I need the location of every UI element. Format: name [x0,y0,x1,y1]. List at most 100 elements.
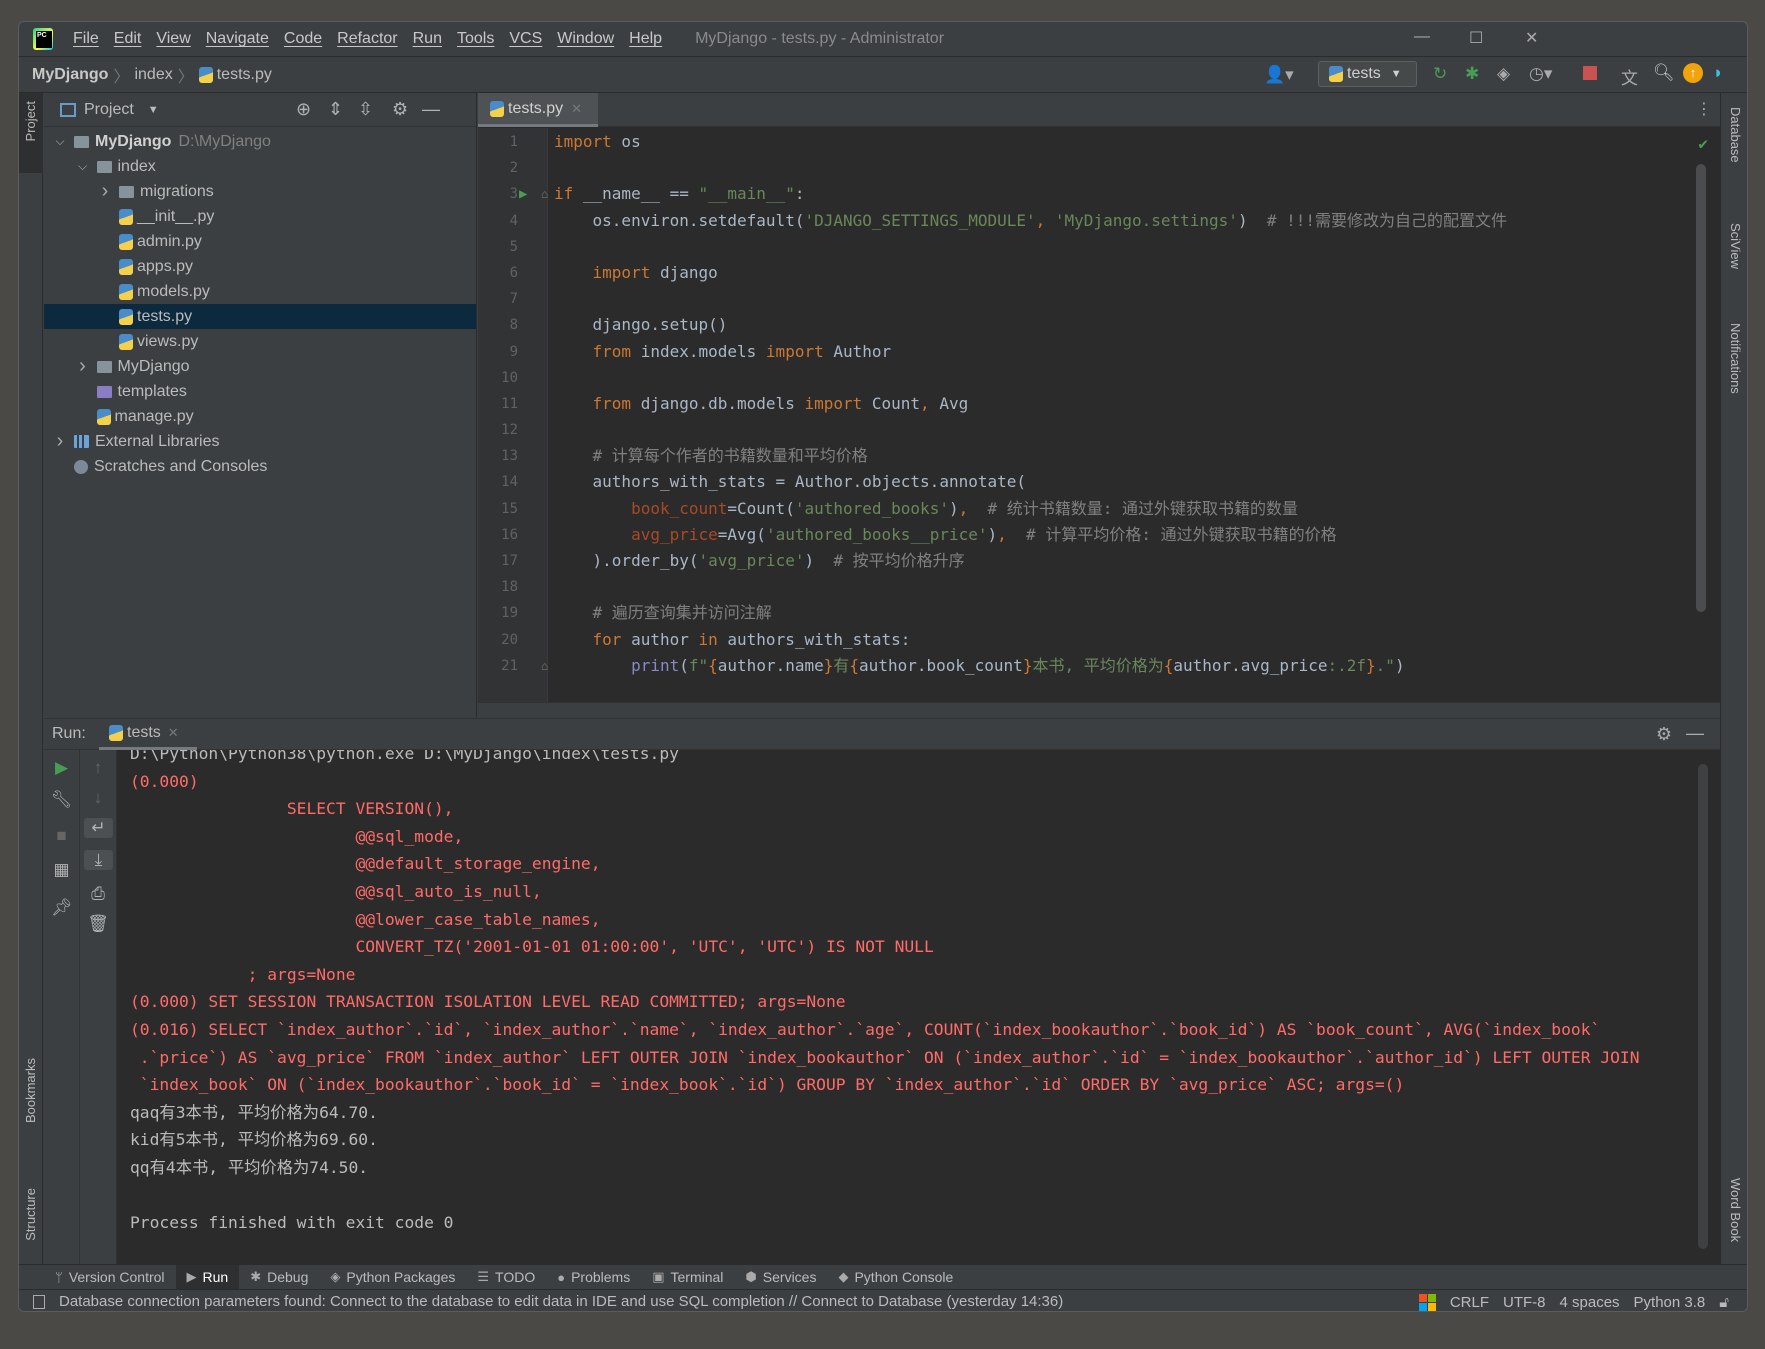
tree-item[interactable]: templates [44,379,476,404]
tree-item[interactable]: admin.py [44,229,476,254]
word-book-stripe-button[interactable]: Word Book [1728,1178,1743,1242]
tree-item[interactable]: tests.py [44,304,476,329]
bookmarks-stripe-button[interactable]: Bookmarks [23,1058,38,1123]
tool-tab-debug[interactable]: ✱ Debug [239,1265,319,1290]
tool-tab-terminal[interactable]: ▣ Terminal [641,1265,734,1290]
menu-help[interactable]: Help [629,30,662,47]
tool-tab-services[interactable]: ⬢ Services [734,1265,827,1290]
tree-item[interactable]: Scratches and Consoles [44,454,476,479]
editor-scrollbar[interactable] [1696,164,1706,612]
expand-all-icon[interactable]: ⇕ [328,99,343,120]
status-message[interactable]: Database connection parameters found: Co… [59,1293,1063,1310]
pin-icon[interactable]: 📌︎ [44,898,79,918]
search-icon[interactable]: 🔍︎ [1653,63,1675,83]
tree-item[interactable]: __init__.py [44,204,476,229]
wrench-icon[interactable]: 🔧︎ [44,790,79,810]
menu-tools[interactable]: Tools [457,30,494,47]
menu-vcs[interactable]: VCS [509,30,542,47]
menu-edit[interactable]: Edit [114,30,142,47]
chevron-down-icon[interactable]: ⌵ [75,159,91,174]
tool-tab-problems[interactable]: ● Problems [546,1265,641,1290]
tool-tab-python-packages[interactable]: ◈ Python Packages [319,1265,466,1290]
menu-window[interactable]: Window [557,30,614,47]
python-interpreter[interactable]: Python 3.8 [1634,1294,1706,1311]
close-tab-icon[interactable]: ✕ [168,725,179,741]
tool-tab-version-control[interactable]: ᛘ Version Control [44,1265,176,1290]
tree-item[interactable]: manage.py [44,404,476,429]
tool-tab-todo[interactable]: ☰ TODO [466,1265,546,1290]
project-view-selector[interactable]: Project [84,101,134,119]
update-icon[interactable]: ↑ [1683,63,1703,83]
plugin-icon[interactable]: ◗ [1713,63,1723,83]
tool-tab-run[interactable]: ▶ Run [175,1264,240,1290]
run-config-selector[interactable]: tests ▼ [1318,61,1417,87]
tree-item[interactable]: › migrations [44,179,476,204]
stop-icon[interactable]: ■ [44,826,79,846]
chevron-right-icon[interactable]: › [75,355,91,378]
project-stripe-button[interactable]: Project [19,93,43,173]
code-area[interactable]: 1 import os 2 3 ▶ ⌂ if __name__ == "__main__":… [478,128,1720,702]
tree-item[interactable]: apps.py [44,254,476,279]
structure-stripe-button[interactable]: Structure [23,1188,38,1241]
tab-tests-py[interactable]: tests.py ✕ [478,93,598,127]
lock-icon[interactable]: 🔓︎ [1719,1294,1729,1311]
arrow-down-icon[interactable]: ↓ [80,788,116,808]
print-icon[interactable]: ⎙ [80,884,116,904]
collapse-all-icon[interactable]: ⇳ [358,99,373,120]
run-tab-tests[interactable]: tests ✕ [99,719,197,750]
user-icon[interactable]: 👤▾ [1264,65,1294,85]
fold-icon[interactable]: ⌂ [541,181,548,207]
translate-icon[interactable]: 文 [1621,64,1638,89]
gear-icon[interactable]: ⚙ [1656,724,1672,745]
notifications-stripe-button[interactable]: Notifications [1728,323,1743,394]
profile-icon[interactable]: ◷▾ [1529,64,1552,84]
soft-wrap-icon[interactable]: ↵ [84,818,113,838]
tree-item[interactable]: ⌵ MyDjango D:\MyDjango [44,129,476,154]
line-separator[interactable]: CRLF [1450,1294,1489,1311]
hide-icon[interactable]: — [1686,723,1704,744]
rerun-icon[interactable]: ▶ [44,758,79,778]
layout-icon[interactable]: ▦ [44,860,79,880]
tree-item[interactable]: › MyDjango [44,354,476,379]
chevron-right-icon[interactable]: › [97,180,113,203]
breadcrumb-file[interactable]: tests.py [217,66,272,84]
scroll-to-end-icon[interactable]: ⤓ [84,850,113,870]
locate-icon[interactable]: ⊕ [296,99,311,120]
hide-icon[interactable]: — [422,99,440,120]
menu-refactor[interactable]: Refactor [337,30,397,47]
arrow-up-icon[interactable]: ↑ [80,758,116,778]
menu-file[interactable]: File [73,30,99,47]
menu-code[interactable]: Code [284,30,322,47]
coverage-icon[interactable]: ◈ [1497,64,1510,84]
breadcrumb-folder[interactable]: index [134,66,172,84]
file-encoding[interactable]: UTF-8 [1503,1294,1546,1311]
chevron-down-icon[interactable]: ▼ [148,104,159,116]
sciview-stripe-button[interactable]: SciView [1728,223,1743,269]
tree-item[interactable]: models.py [44,279,476,304]
minimize-icon[interactable]: — [1414,28,1430,46]
menu-view[interactable]: View [156,30,190,47]
breadcrumb-project[interactable]: MyDjango [32,66,108,84]
stop-icon[interactable] [1583,66,1597,80]
menu-navigate[interactable]: Navigate [206,30,269,47]
tree-item[interactable]: › External Libraries [44,429,476,454]
tree-item[interactable]: ⌵ index [44,154,476,179]
event-log-icon[interactable] [33,1294,45,1309]
database-stripe-button[interactable]: Database [1728,107,1743,163]
run-gutter-icon[interactable]: ▶ [519,181,527,207]
chevron-down-icon[interactable]: ⌵ [52,134,68,149]
indent-setting[interactable]: 4 spaces [1560,1294,1620,1311]
maximize-icon[interactable]: ☐ [1469,28,1483,48]
gear-icon[interactable]: ⚙ [392,99,408,120]
trash-icon[interactable]: 🗑︎ [80,914,116,934]
debug-icon[interactable]: ✱ [1465,64,1479,84]
chevron-right-icon[interactable]: › [52,430,68,453]
menu-run[interactable]: Run [413,30,442,47]
run-console-output[interactable]: D:\Python\Python38\python.exe D:\MyDjang… [117,750,1690,1264]
close-icon[interactable]: ✕ [1525,28,1538,48]
tree-item[interactable]: views.py [44,329,476,354]
close-tab-icon[interactable]: ✕ [571,101,582,117]
more-icon[interactable]: ⋮ [1696,99,1712,119]
tool-tab-python-console[interactable]: ◆ Python Console [827,1265,964,1290]
fold-icon[interactable]: ⌂ [541,653,548,679]
